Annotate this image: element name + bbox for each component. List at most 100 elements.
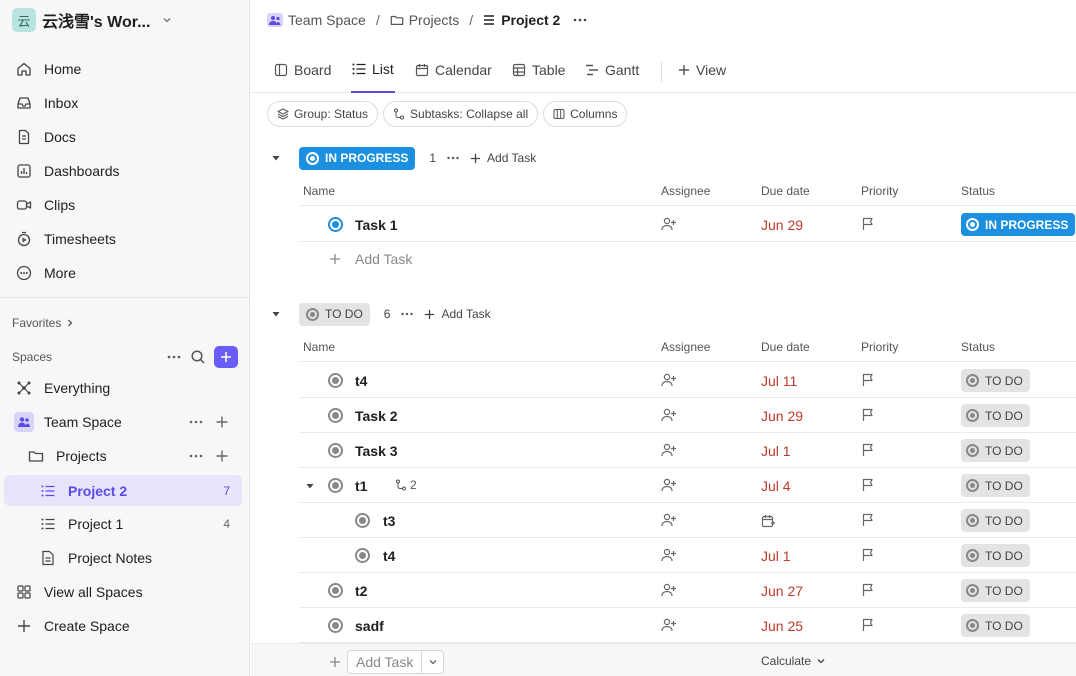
priority-flag-icon[interactable] — [861, 583, 875, 597]
add-assignee-icon[interactable] — [661, 618, 677, 632]
spaces-more-icon[interactable] — [166, 349, 182, 365]
breadcrumb-space[interactable]: Team Space — [288, 12, 366, 28]
due-date[interactable]: Jul 1 — [761, 443, 791, 459]
priority-flag-icon[interactable] — [861, 217, 875, 231]
workspace-switcher[interactable]: 云 云浅雪's Wor... — [12, 7, 172, 33]
nav-everything[interactable]: Everything — [4, 373, 242, 403]
team-space-more-icon[interactable] — [188, 414, 204, 430]
priority-flag-icon[interactable] — [861, 478, 875, 492]
chevron-down-icon[interactable] — [162, 15, 172, 25]
add-task-row[interactable]: Add Task — [329, 251, 412, 267]
status-badge[interactable]: TO DO — [961, 474, 1030, 497]
folder-projects[interactable]: Projects — [4, 441, 242, 471]
team-space-add-icon[interactable] — [216, 416, 228, 428]
search-icon[interactable] — [190, 349, 206, 365]
status-circle-icon[interactable] — [328, 408, 343, 423]
status-badge[interactable]: TO DO — [961, 544, 1030, 567]
add-assignee-icon[interactable] — [661, 583, 677, 597]
collapse-caret-icon[interactable] — [271, 153, 287, 163]
nav-timesheets[interactable]: Timesheets — [4, 224, 242, 254]
group-add-task-button[interactable]: Add Task — [470, 151, 536, 165]
due-date[interactable]: Jun 29 — [761, 217, 803, 233]
col-status[interactable]: Status — [961, 340, 995, 354]
status-circle-icon[interactable] — [328, 217, 343, 232]
status-circle-icon[interactable] — [328, 618, 343, 633]
due-date[interactable]: Jul 1 — [761, 548, 791, 564]
nav-docs[interactable]: Docs — [4, 122, 242, 152]
add-assignee-icon[interactable] — [661, 373, 677, 387]
task-name[interactable]: t2 — [355, 583, 367, 599]
col-assignee[interactable]: Assignee — [661, 184, 710, 198]
add-assignee-icon[interactable] — [661, 217, 677, 231]
col-name[interactable]: Name — [303, 184, 335, 198]
task-name[interactable]: t4 — [383, 548, 395, 564]
doc-project-notes[interactable]: Project Notes — [4, 543, 242, 573]
due-date[interactable]: Jul 11 — [761, 373, 797, 389]
add-assignee-icon[interactable] — [661, 478, 677, 492]
task-name[interactable]: t4 — [355, 373, 367, 389]
chevron-down-icon[interactable] — [421, 651, 443, 673]
priority-flag-icon[interactable] — [861, 373, 875, 387]
status-badge[interactable]: TO DO — [961, 439, 1030, 462]
add-assignee-icon[interactable] — [661, 408, 677, 422]
status-circle-icon[interactable] — [328, 373, 343, 388]
task-name[interactable]: sadf — [355, 618, 384, 634]
tab-table[interactable]: Table — [512, 46, 565, 93]
create-space[interactable]: Create Space — [4, 611, 242, 641]
table-row[interactable]: Task 1 Jun 29 IN PROGRESS — [299, 207, 1076, 242]
columns-chip[interactable]: Columns — [543, 101, 628, 127]
new-space-plus-button[interactable] — [214, 346, 238, 368]
col-due-date[interactable]: Due date — [761, 184, 810, 198]
due-date[interactable]: Jun 29 — [761, 408, 803, 424]
subtasks-chip[interactable]: Subtasks: Collapse all — [383, 101, 539, 127]
priority-flag-icon[interactable] — [861, 513, 875, 527]
breadcrumb-current[interactable]: Project 2 — [501, 12, 560, 28]
status-circle-icon[interactable] — [328, 583, 343, 598]
tab-list[interactable]: List — [351, 46, 395, 93]
priority-flag-icon[interactable] — [861, 443, 875, 457]
col-name[interactable]: Name — [303, 340, 335, 354]
status-badge[interactable]: TO DO — [961, 509, 1030, 532]
add-assignee-icon[interactable] — [661, 548, 677, 562]
subtask-count[interactable]: 2 — [395, 478, 417, 492]
tab-gantt[interactable]: Gantt — [585, 46, 639, 93]
tab-board[interactable]: Board — [274, 46, 331, 93]
table-row[interactable]: t2 Jun 27 TO DO — [299, 573, 1076, 608]
priority-flag-icon[interactable] — [861, 408, 875, 422]
collapse-caret-icon[interactable] — [271, 309, 287, 319]
table-row[interactable]: t3 TO DO — [299, 503, 1076, 538]
col-priority[interactable]: Priority — [861, 340, 898, 354]
col-status[interactable]: Status — [961, 184, 995, 198]
status-circle-icon[interactable] — [355, 513, 370, 528]
task-name[interactable]: Task 1 — [355, 217, 398, 233]
table-row[interactable]: t4 Jul 1 TO DO — [299, 538, 1076, 573]
calculate-button[interactable]: Calculate — [761, 654, 826, 668]
list-project-1[interactable]: Project 1 4 — [4, 509, 242, 539]
breadcrumb-folder[interactable]: Projects — [409, 12, 460, 28]
task-name[interactable]: Task 2 — [355, 408, 398, 424]
nav-home[interactable]: Home — [4, 54, 242, 84]
group-more-icon[interactable] — [446, 151, 460, 165]
table-row[interactable]: t4 Jul 11 TO DO — [299, 363, 1076, 398]
status-badge[interactable]: TO DO — [961, 579, 1030, 602]
status-badge[interactable]: TO DO — [961, 404, 1030, 427]
status-pill-todo[interactable]: TO DO — [299, 302, 370, 326]
tab-calendar[interactable]: Calendar — [415, 46, 492, 93]
task-name[interactable]: Task 3 — [355, 443, 398, 459]
folder-more-icon[interactable] — [188, 448, 204, 464]
add-assignee-icon[interactable] — [661, 443, 677, 457]
nav-inbox[interactable]: Inbox — [4, 88, 242, 118]
table-row[interactable]: Task 2 Jun 29 TO DO — [299, 398, 1076, 433]
priority-flag-icon[interactable] — [861, 618, 875, 632]
priority-flag-icon[interactable] — [861, 548, 875, 562]
col-priority[interactable]: Priority — [861, 184, 898, 198]
group-add-task-button[interactable]: Add Task — [424, 307, 491, 321]
table-row[interactable]: Task 3 Jul 1 TO DO — [299, 433, 1076, 468]
view-all-spaces[interactable]: View all Spaces — [4, 577, 242, 607]
status-badge[interactable]: TO DO — [961, 369, 1030, 392]
status-badge[interactable]: IN PROGRESS — [961, 213, 1076, 236]
table-row[interactable]: sadf Jun 25 TO DO — [299, 608, 1076, 643]
status-circle-icon[interactable] — [355, 548, 370, 563]
breadcrumb-more-icon[interactable] — [572, 12, 588, 28]
folder-add-icon[interactable] — [216, 450, 228, 462]
